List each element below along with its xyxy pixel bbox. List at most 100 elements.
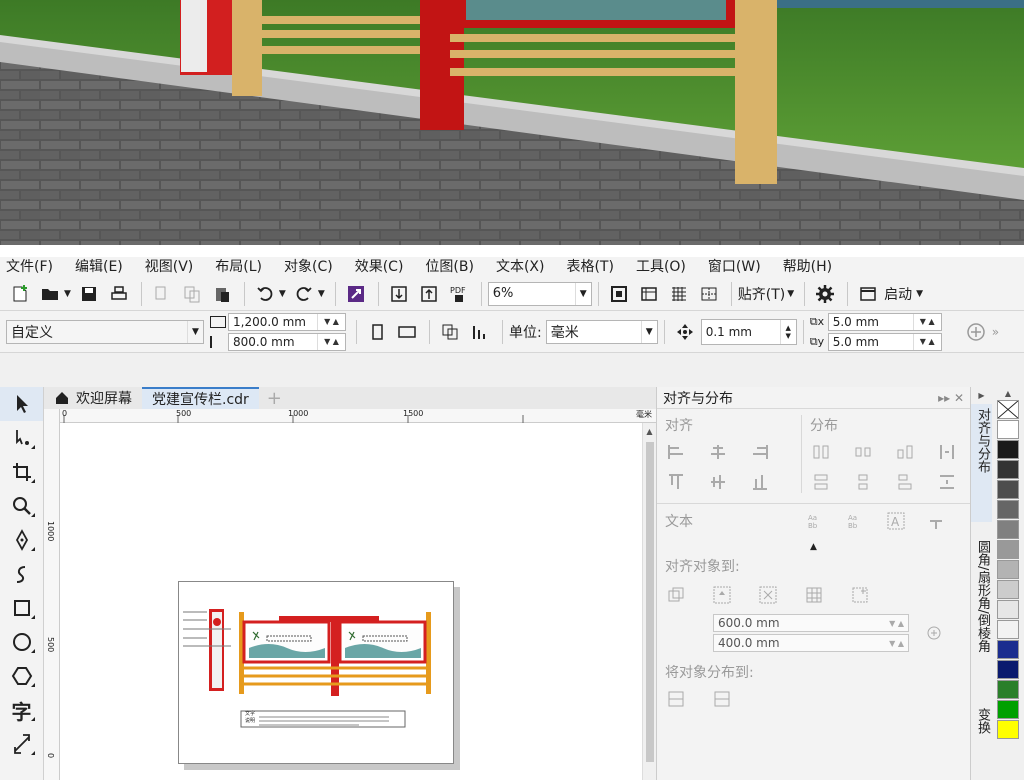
menu-window[interactable]: 窗口(W) xyxy=(708,257,761,277)
page-center-icon[interactable] xyxy=(757,584,779,606)
menu-text[interactable]: 文本(X) xyxy=(496,257,545,277)
color-swatch[interactable] xyxy=(997,460,1019,479)
target-point-icon[interactable] xyxy=(923,622,945,644)
spin-arrows[interactable]: ▼ ▲ xyxy=(912,333,941,350)
open-button[interactable] xyxy=(36,281,64,307)
duplicate-distance-x-field[interactable]: 5.0 mm ▼ ▲ xyxy=(827,312,942,331)
application-launcher-icon-button[interactable] xyxy=(854,281,882,307)
collapse-arrow-icon[interactable]: ▲ xyxy=(657,542,970,552)
landscape-button[interactable] xyxy=(393,319,421,345)
spin-arrows[interactable]: ▼ ▲ xyxy=(889,639,904,648)
menu-tools[interactable]: 工具(O) xyxy=(636,257,686,277)
redo-button[interactable] xyxy=(290,281,318,307)
align-right-icon[interactable] xyxy=(749,441,771,463)
drawing-canvas[interactable]: 文字 说明 xyxy=(60,423,642,780)
distribute-spacing-h-icon[interactable] xyxy=(936,441,958,463)
distribute-right-icon[interactable] xyxy=(894,441,916,463)
drawing-page[interactable]: 文字 说明 xyxy=(178,581,454,764)
vertical-scrollbar[interactable]: ▲ xyxy=(642,423,656,780)
crop-tool[interactable] xyxy=(0,455,43,489)
tab-strip-arrow[interactable]: ▶ xyxy=(971,391,992,400)
color-swatch[interactable] xyxy=(997,640,1019,659)
distribute-to-selection-icon[interactable] xyxy=(665,688,687,710)
current-page-button[interactable] xyxy=(466,319,494,345)
more-chevron-icon[interactable]: » xyxy=(992,325,999,339)
color-swatch[interactable] xyxy=(997,500,1019,519)
redo-dropdown-arrow[interactable]: ▼ xyxy=(318,289,325,299)
horizontal-ruler[interactable]: 0 500 1000 1500 毫米 xyxy=(60,409,656,423)
spin-arrows[interactable]: ▼ ▲ xyxy=(317,313,345,330)
show-guidelines-button[interactable] xyxy=(695,281,723,307)
spin-arrows[interactable]: ▲ ▼ xyxy=(779,319,796,344)
zoom-tool[interactable] xyxy=(0,489,43,523)
vertical-ruler[interactable]: 1000 500 0 xyxy=(44,409,60,780)
align-x-field[interactable]: 600.0 mm ▼ ▲ xyxy=(713,614,909,632)
color-swatch[interactable] xyxy=(997,580,1019,599)
color-swatch[interactable] xyxy=(997,680,1019,699)
color-swatch[interactable] xyxy=(997,520,1019,539)
import-button[interactable] xyxy=(385,281,413,307)
align-center-h-icon[interactable] xyxy=(707,441,729,463)
tab-document[interactable]: 党建宣传栏.cdr xyxy=(142,387,259,409)
tab-welcome-screen[interactable]: 欢迎屏幕 xyxy=(44,387,142,409)
scroll-thumb[interactable] xyxy=(645,442,654,762)
distribute-center-icon[interactable] xyxy=(852,441,874,463)
align-top-icon[interactable] xyxy=(665,471,687,493)
new-document-button[interactable] xyxy=(6,281,34,307)
align-center-v-icon[interactable] xyxy=(707,471,729,493)
save-button[interactable] xyxy=(75,281,103,307)
spin-arrows[interactable]: ▼ ▲ xyxy=(912,313,941,330)
print-button[interactable] xyxy=(105,281,133,307)
pick-tool[interactable] xyxy=(0,387,43,421)
menu-edit[interactable]: 编辑(E) xyxy=(75,257,123,277)
portrait-button[interactable] xyxy=(363,319,391,345)
units-dropdown[interactable]: 毫米 ▼ xyxy=(545,319,658,344)
tab-fillet-scallop-chamfer[interactable]: 圆角/扇形角/倒棱角 xyxy=(971,536,994,686)
menu-file[interactable]: 文件(F) xyxy=(6,257,53,277)
freehand-tool[interactable] xyxy=(0,523,43,557)
corel-connect-button[interactable] xyxy=(342,281,370,307)
menu-help[interactable]: 帮助(H) xyxy=(783,257,832,277)
distribute-spacing-v-icon[interactable] xyxy=(936,471,958,493)
publish-pdf-button[interactable]: PDF xyxy=(445,281,473,307)
color-swatch[interactable] xyxy=(997,540,1019,559)
align-bottom-icon[interactable] xyxy=(749,471,771,493)
page-width-field[interactable]: 1,200.0 mm ▼ ▲ xyxy=(228,312,346,331)
show-grid-button[interactable] xyxy=(665,281,693,307)
page-size-dropdown[interactable]: 自定义 ▼ xyxy=(6,319,204,344)
launch-dropdown-arrow[interactable]: ▼ xyxy=(916,289,923,299)
full-screen-preview-button[interactable] xyxy=(605,281,633,307)
snap-to-label[interactable]: 贴齐(T) xyxy=(738,284,785,304)
distribute-left-icon[interactable] xyxy=(810,441,832,463)
menu-bitmaps[interactable]: 位图(B) xyxy=(425,257,474,277)
distribute-to-page-icon[interactable] xyxy=(711,688,733,710)
zoom-level-dropdown[interactable]: 6% ▼ xyxy=(487,281,592,306)
grid-align-icon[interactable] xyxy=(803,584,825,606)
text-outline-icon[interactable] xyxy=(925,510,947,532)
color-swatch[interactable] xyxy=(997,620,1019,639)
color-swatch[interactable] xyxy=(997,700,1019,719)
docker-controls[interactable]: ▸▸ ✕ xyxy=(938,391,964,405)
align-y-field[interactable]: 400.0 mm ▼ ▲ xyxy=(713,634,909,652)
no-color-swatch[interactable] xyxy=(997,400,1019,419)
distribute-middle-icon[interactable] xyxy=(852,471,874,493)
cut-button[interactable] xyxy=(148,281,176,307)
show-rulers-button[interactable] xyxy=(635,281,663,307)
menu-table[interactable]: 表格(T) xyxy=(566,257,613,277)
open-dropdown-arrow[interactable]: ▼ xyxy=(64,289,71,299)
spin-arrows[interactable]: ▼ ▲ xyxy=(317,333,345,350)
color-swatch[interactable] xyxy=(997,420,1019,439)
align-left-icon[interactable] xyxy=(665,441,687,463)
parallel-dimension-tool[interactable] xyxy=(0,727,43,761)
distribute-top-icon[interactable] xyxy=(810,471,832,493)
artistic-media-tool[interactable] xyxy=(0,557,43,591)
tab-transform[interactable]: 变换 xyxy=(971,704,994,744)
duplicate-distance-y-field[interactable]: 5.0 mm ▼ ▲ xyxy=(827,332,942,351)
launch-label[interactable]: 启动 xyxy=(884,284,912,304)
shape-tool[interactable] xyxy=(0,421,43,455)
paste-button[interactable] xyxy=(208,281,236,307)
menu-view[interactable]: 视图(V) xyxy=(145,257,194,277)
color-swatch[interactable] xyxy=(997,600,1019,619)
spin-arrows[interactable]: ▼ ▲ xyxy=(889,619,904,628)
color-swatch[interactable] xyxy=(997,480,1019,499)
